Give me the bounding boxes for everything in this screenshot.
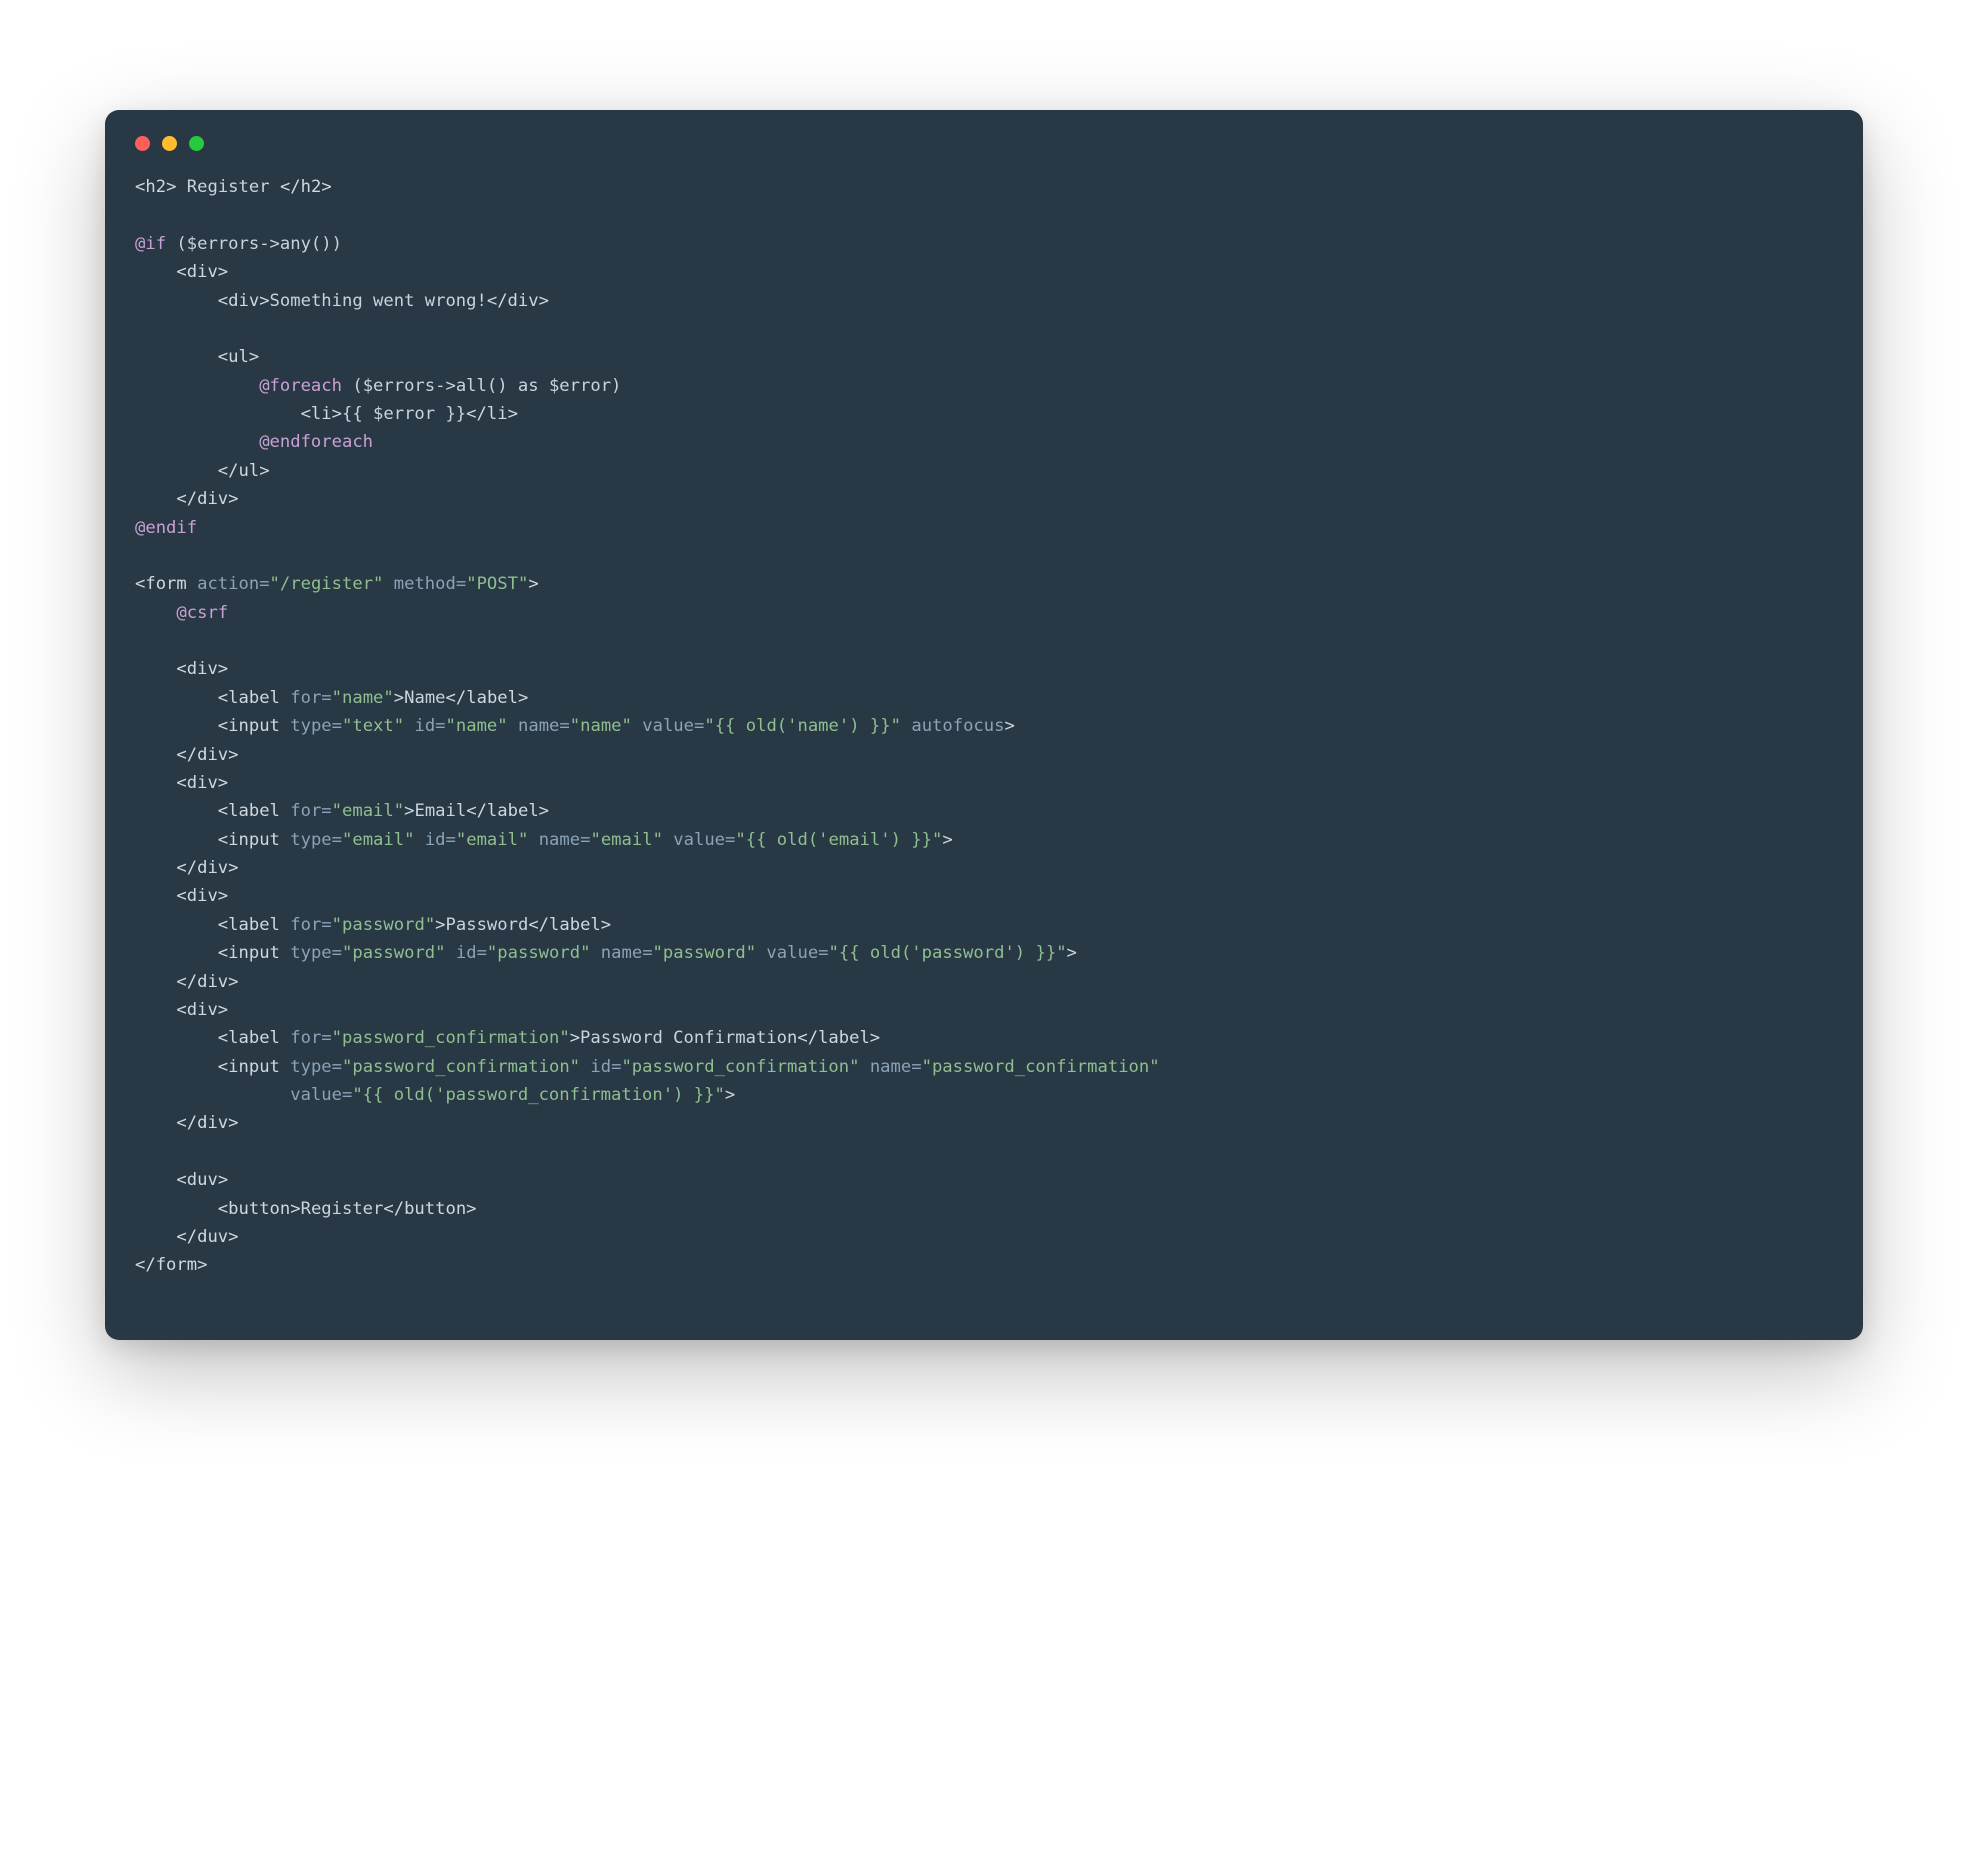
blade-if: @if: [135, 234, 166, 254]
code-block: <h2> Register </h2> @if ($errors->any())…: [135, 173, 1833, 1280]
label-for-pw: password: [342, 915, 425, 935]
minimize-icon[interactable]: [162, 136, 177, 151]
tag-h2-close: h2: [301, 177, 322, 197]
blade-endif: @endif: [135, 518, 197, 538]
if-expression: ($errors->any()): [176, 234, 342, 254]
label-for-pwc: password_confirmation: [342, 1028, 559, 1048]
label-pwc: Password Confirmation: [580, 1028, 797, 1048]
input-name-pw: password: [663, 943, 746, 963]
submit-button-label: Register: [301, 1199, 384, 1219]
input-extra-name: autofocus: [911, 716, 1004, 736]
input-value-pwc: {{ old('password_confirmation') }}: [363, 1085, 715, 1105]
foreach-expression: ($errors->all() as $error): [352, 376, 621, 396]
tag-h2-open: h2: [145, 177, 166, 197]
input-id-name: name: [456, 716, 497, 736]
input-type-name: text: [352, 716, 393, 736]
input-name-name: name: [580, 716, 621, 736]
input-value-name: {{ old('name') }}: [715, 716, 891, 736]
input-value-email: {{ old('email') }}: [746, 830, 932, 850]
blade-csrf: @csrf: [176, 603, 228, 623]
window-chrome: [135, 136, 1833, 151]
close-icon[interactable]: [135, 136, 150, 151]
zoom-icon[interactable]: [189, 136, 204, 151]
input-type-pw: password: [352, 943, 435, 963]
error-item: {{ $error }}: [342, 404, 466, 424]
label-name: Name: [404, 688, 445, 708]
label-for-name: name: [342, 688, 383, 708]
label-pw: Password: [446, 915, 529, 935]
form-action: /register: [280, 574, 373, 594]
label-email: Email: [414, 801, 466, 821]
input-name-email: email: [601, 830, 653, 850]
input-id-email: email: [466, 830, 518, 850]
input-type-pwc: password_confirmation: [352, 1057, 569, 1077]
input-type-email: email: [352, 830, 404, 850]
error-header: Something went wrong!: [270, 291, 487, 311]
tag-duv-close: duv: [197, 1227, 228, 1247]
blade-endforeach: @endforeach: [259, 432, 373, 452]
input-name-pwc: password_confirmation: [932, 1057, 1149, 1077]
form-method: POST: [477, 574, 518, 594]
page-title: Register: [187, 177, 270, 197]
code-editor-window: <h2> Register </h2> @if ($errors->any())…: [105, 110, 1863, 1340]
input-id-pw: password: [497, 943, 580, 963]
label-for-email: email: [342, 801, 394, 821]
blade-foreach: @foreach: [259, 376, 342, 396]
input-id-pwc: password_confirmation: [632, 1057, 849, 1077]
input-value-pw: {{ old('password') }}: [839, 943, 1056, 963]
tag-duv-open: duv: [187, 1170, 218, 1190]
